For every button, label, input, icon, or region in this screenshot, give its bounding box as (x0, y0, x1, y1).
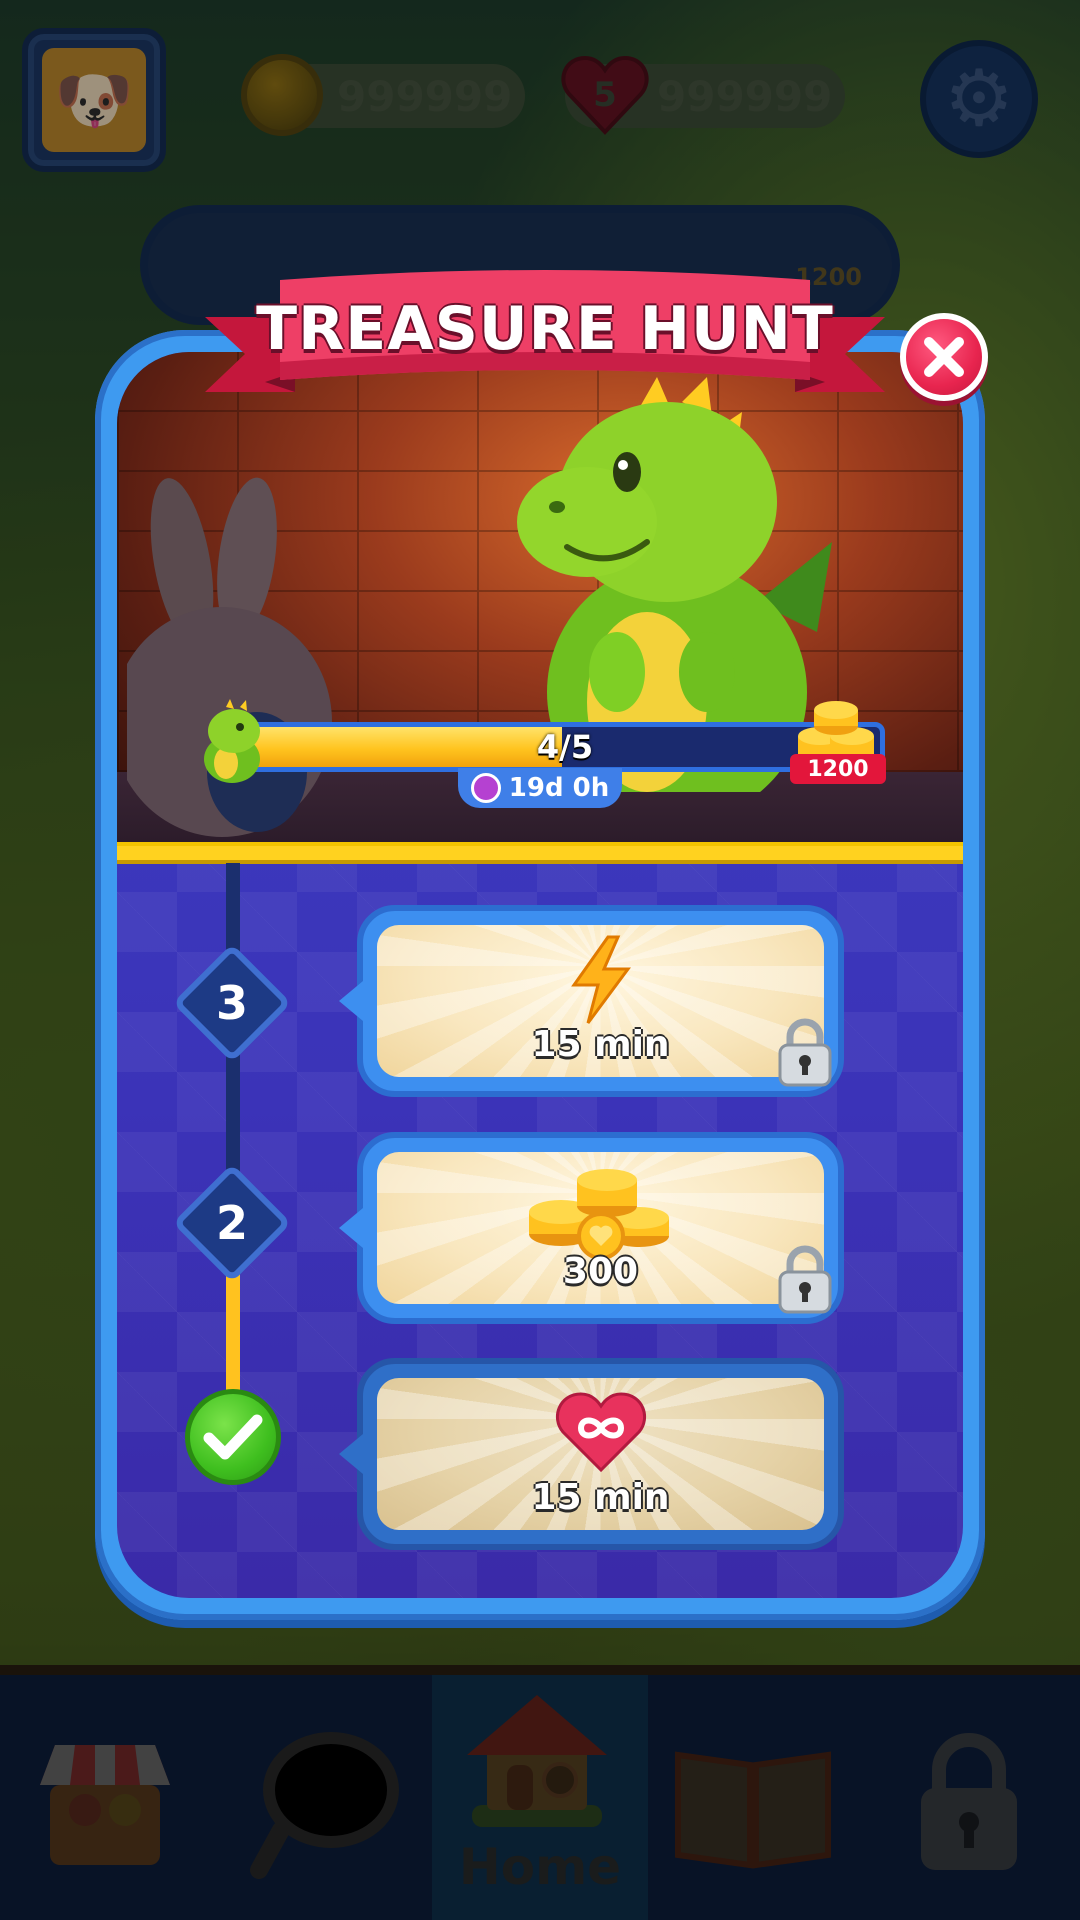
step-number-2: 2 (215, 1196, 248, 1250)
reward-card-1[interactable]: 15 min (339, 1358, 844, 1550)
close-icon (924, 337, 964, 377)
reward-card-3[interactable]: 15 min (339, 905, 844, 1097)
close-button[interactable] (900, 313, 988, 401)
modal-title: TREASURE HUNT (256, 294, 834, 364)
card-pointer (339, 981, 363, 1021)
lightning-icon (377, 935, 824, 1025)
dragon-progress-icon (204, 699, 260, 783)
lock-icon (778, 1018, 832, 1087)
reward-card-face: 15 min (377, 925, 824, 1077)
step-completed-check (185, 1389, 281, 1485)
title-ribbon: TREASURE HUNT (205, 262, 885, 432)
step-number-3: 3 (215, 976, 248, 1030)
checkmark-icon (203, 1414, 263, 1460)
coins-pile-icon (377, 1162, 824, 1262)
reward-card-face: 300 (377, 1152, 824, 1304)
lock-icon (778, 1245, 832, 1314)
event-timer: 19d 0h (458, 768, 622, 808)
card-pointer (339, 1434, 363, 1474)
reward-amount-ribbon: 1200 (790, 754, 886, 784)
timer-text: 19d 0h (508, 773, 610, 803)
reward-label-3: 15 min (531, 1024, 670, 1065)
reward-label-1: 15 min (531, 1477, 670, 1518)
scene-divider (117, 842, 963, 864)
stopwatch-icon (470, 773, 501, 803)
card-pointer (339, 1208, 363, 1248)
infinite-heart-icon (377, 1388, 824, 1474)
reward-card-face: 15 min (377, 1378, 824, 1530)
reward-label-2: 300 (562, 1251, 639, 1292)
reward-card-2[interactable]: 300 (339, 1132, 844, 1324)
